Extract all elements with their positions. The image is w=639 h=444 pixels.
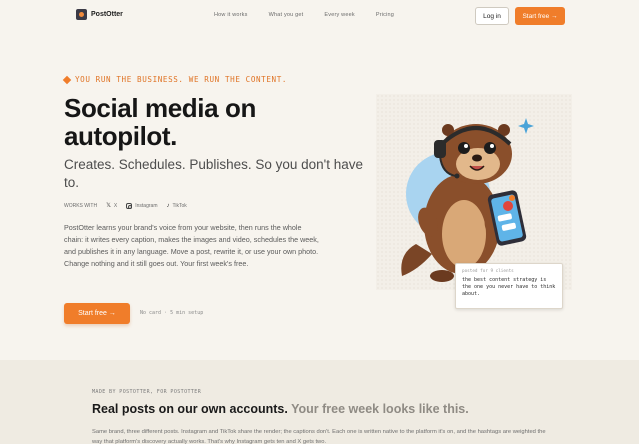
social-instagram-label: Instagram (135, 202, 158, 209)
caption-card-label: posted for 9 clients (462, 269, 514, 274)
real-posts-eyebrow: MADE BY POSTOTTER, FOR POSTOTTER (92, 389, 202, 395)
instagram-icon (126, 202, 133, 209)
hero-body: PostOtter learns your brand's voice from… (64, 223, 319, 268)
social-x-label: X (113, 202, 118, 209)
top-nav: PostOtter How it works What you get Ever… (0, 0, 639, 32)
hero-headline: Social media on autopilot. (64, 93, 256, 151)
real-posts-title-main: Real posts on our own accounts. (92, 402, 288, 416)
nav-link-how-it-works[interactable]: How it works (214, 12, 248, 18)
hero-subhead: Creates. Schedules. Publishes. So you do… (64, 157, 364, 190)
cta-note: No card · 5 min setup (140, 310, 204, 316)
nav-link-every-week[interactable]: Every week (324, 12, 354, 18)
nav-links: How it works What you get Every week Pri… (214, 12, 394, 18)
social-x[interactable]: 𝕏 X (106, 202, 118, 210)
login-button[interactable]: Log in (475, 7, 509, 25)
real-posts-section: MADE BY POSTOTTER, FOR POSTOTTER Real po… (0, 360, 639, 444)
nav-link-what-you-get[interactable]: What you get (269, 12, 304, 18)
social-instagram[interactable]: Instagram (126, 202, 158, 209)
otter-mascot-icon (401, 118, 534, 282)
social-tiktok-label: TikTok (172, 202, 187, 209)
hero-eyebrow: YOU RUN THE BUSINESS. WE RUN THE CONTENT… (62, 75, 288, 84)
diamond-icon (62, 75, 72, 84)
real-posts-title-muted: Your free week looks like this. (291, 402, 469, 416)
caption-card: posted for 9 clients the best content st… (455, 263, 563, 309)
x-icon: 𝕏 (106, 203, 111, 209)
otter-logo-icon (76, 9, 87, 20)
social-tiktok[interactable]: ♪ TikTok (166, 203, 186, 209)
tiktok-icon: ♪ (166, 202, 170, 209)
start-free-hero-button[interactable]: Start free → (64, 303, 130, 324)
caption-card-text: the best content strategy is the one you… (462, 277, 556, 297)
brand[interactable]: PostOtter (76, 9, 123, 20)
start-free-nav-button[interactable]: Start free → (515, 7, 565, 25)
social-row: WORKS WITH 𝕏 X Instagram ♪ TikTok (64, 202, 187, 209)
otter-illustration (376, 94, 572, 290)
real-posts-body: Same brand, three different posts. Insta… (92, 429, 546, 444)
brand-name: PostOtter (91, 11, 123, 18)
nav-link-pricing[interactable]: Pricing (376, 12, 394, 18)
works-with-label: WORKS WITH (64, 202, 98, 209)
hero-eyebrow-text: YOU RUN THE BUSINESS. WE RUN THE CONTENT… (75, 75, 288, 84)
real-posts-title: Real posts on our own accounts. Your fre… (92, 402, 469, 416)
